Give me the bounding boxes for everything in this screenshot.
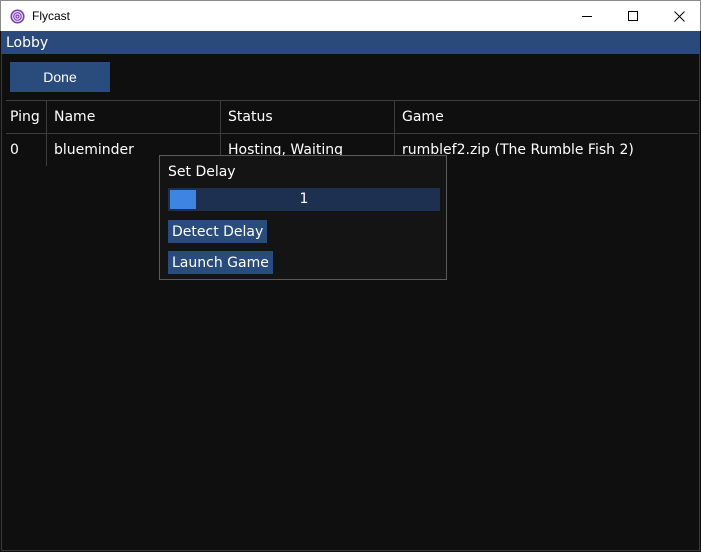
popup-title: Set Delay: [168, 164, 236, 180]
close-button[interactable]: [656, 1, 701, 31]
slider-value: 1: [299, 191, 309, 207]
set-delay-popup: Set Delay 1 Detect Delay Launch Game: [159, 155, 447, 280]
maximize-button[interactable]: [610, 1, 656, 31]
close-icon: [673, 10, 685, 22]
table-header-divider: [6, 133, 698, 134]
minimize-icon: [582, 16, 592, 17]
header-ping: Ping: [10, 109, 40, 125]
flycast-logo-icon: [10, 9, 25, 24]
lobby-content: Done Ping Name Status Game 0 blueminder …: [1, 54, 700, 551]
window-title: Flycast: [32, 9, 71, 23]
minimize-button[interactable]: [564, 1, 610, 31]
launch-game-button[interactable]: Launch Game: [168, 251, 273, 274]
column-separator[interactable]: [46, 100, 47, 166]
window-titlebar[interactable]: Flycast: [0, 0, 701, 31]
delay-slider[interactable]: 1: [168, 188, 440, 211]
maximize-icon: [628, 11, 638, 21]
cell-name: blueminder: [54, 142, 134, 158]
cell-ping: 0: [10, 142, 19, 158]
detect-delay-button[interactable]: Detect Delay: [168, 220, 268, 243]
done-button[interactable]: Done: [10, 62, 110, 92]
header-status: Status: [228, 109, 273, 125]
lobby-header: Lobby: [1, 31, 700, 54]
header-game: Game: [402, 109, 444, 125]
table-top-divider: [6, 100, 698, 101]
header-name: Name: [54, 109, 96, 125]
lobby-title: Lobby: [6, 35, 49, 51]
